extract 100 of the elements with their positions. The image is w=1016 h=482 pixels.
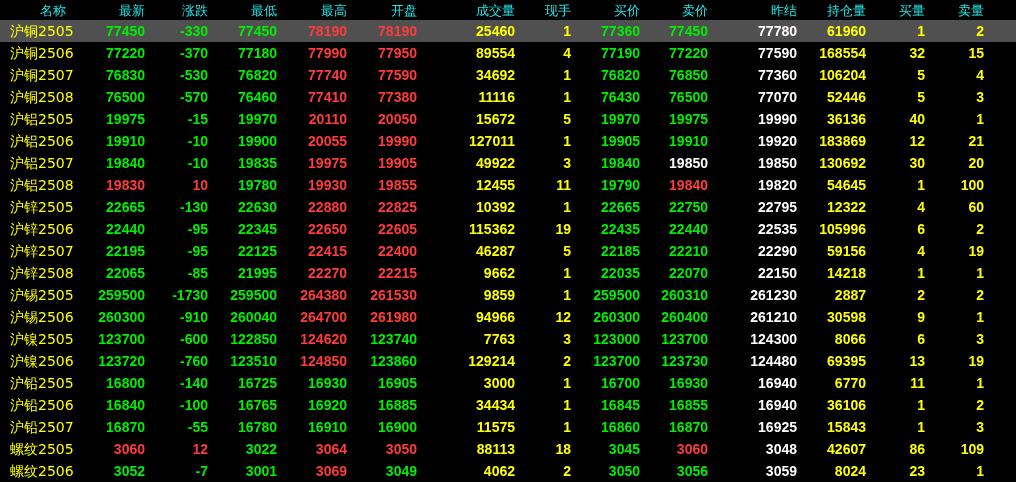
table-cell: 77990 — [308, 46, 347, 60]
table-cell: 22825 — [378, 200, 417, 214]
table-cell: 3050 — [608, 464, 640, 478]
table-cell: 77590 — [378, 68, 417, 82]
table-cell: 76830 — [106, 68, 145, 82]
column-header[interactable]: 买价 — [614, 3, 640, 17]
table-cell: 10 — [192, 178, 208, 192]
table-cell: 1 — [976, 112, 984, 126]
table-cell: 19910 — [106, 134, 145, 148]
table-cell: 22150 — [758, 266, 797, 280]
table-cell: 34434 — [476, 398, 515, 412]
table-cell: 21995 — [238, 266, 277, 280]
table-cell: 19840 — [106, 156, 145, 170]
table-cell: 6 — [917, 332, 925, 346]
table-cell: 100 — [960, 178, 984, 192]
table-cell: 3 — [976, 332, 984, 346]
column-header[interactable]: 成交量 — [476, 3, 515, 17]
table-cell: 123000 — [593, 332, 640, 346]
table-cell: 123740 — [370, 332, 417, 346]
table-cell: 19850 — [669, 156, 708, 170]
table-cell: -95 — [187, 222, 208, 236]
table-cell: 77590 — [758, 46, 797, 60]
table-cell: 19840 — [601, 156, 640, 170]
table-cell: 123860 — [370, 354, 417, 368]
table-cell: 1 — [917, 420, 925, 434]
table-cell: 19975 — [308, 156, 347, 170]
table-cell: 1 — [976, 464, 984, 478]
table-cell: 4062 — [483, 464, 515, 478]
table-cell: 2 — [976, 288, 984, 302]
table-cell: 123700 — [593, 354, 640, 368]
table-cell: 14218 — [827, 266, 866, 280]
table-cell: 105996 — [819, 222, 866, 236]
column-header[interactable]: 最低 — [251, 3, 277, 17]
table-cell: 19905 — [601, 134, 640, 148]
column-header[interactable]: 名称 — [29, 3, 66, 17]
table-cell: 2 — [976, 24, 984, 38]
table-cell: 2 — [917, 288, 925, 302]
table-cell: 123700 — [661, 332, 708, 346]
table-cell: 9662 — [483, 266, 515, 280]
column-header[interactable]: 持仓量 — [827, 3, 866, 17]
table-cell: 22750 — [669, 200, 708, 214]
column-header[interactable]: 涨跌 — [182, 3, 208, 17]
table-cell: 5 — [917, 90, 925, 104]
table-cell: 36106 — [827, 398, 866, 412]
table-cell: 19900 — [238, 134, 277, 148]
table-cell: 76820 — [238, 68, 277, 82]
table-cell: 1 — [917, 266, 925, 280]
table-cell: 1 — [917, 178, 925, 192]
table-cell: -130 — [179, 200, 208, 214]
table-cell: 2 — [976, 398, 984, 412]
table-cell: 3000 — [483, 376, 515, 390]
column-header[interactable]: 昨结 — [771, 3, 797, 17]
column-header[interactable]: 最新 — [119, 3, 145, 17]
selected-row[interactable]: 沪铜2505 77450 -330 77450 78190 78190 25460 1 77360 77450 77780 61960 1 2 — [0, 20, 1016, 42]
table-cell: 3045 — [608, 442, 640, 456]
table-cell: 16885 — [378, 398, 417, 412]
column-header[interactable]: 开盘 — [391, 3, 417, 17]
column-header[interactable]: 现手 — [545, 3, 571, 17]
table-cell: 22210 — [669, 244, 708, 258]
table-cell: 1 — [976, 376, 984, 390]
table-cell: 260400 — [661, 310, 708, 324]
table-cell: 5 — [563, 112, 571, 126]
table-cell: 77190 — [601, 46, 640, 60]
table-cell: 260310 — [661, 288, 708, 302]
table-cell: 36136 — [827, 112, 866, 126]
table-cell: 76460 — [238, 90, 277, 104]
table-cell: 12455 — [476, 178, 515, 192]
table-cell: 16905 — [378, 376, 417, 390]
column-header[interactable]: 最高 — [321, 3, 347, 17]
table-cell: 54645 — [827, 178, 866, 192]
contract-name: 沪镍2506 — [9, 354, 75, 368]
contract-name: 螺纹2505 — [9, 442, 75, 456]
table-cell: 124620 — [300, 332, 347, 346]
table-cell: 16870 — [106, 420, 145, 434]
column-header[interactable]: 买量 — [899, 3, 925, 17]
table-cell: 261980 — [370, 310, 417, 324]
contract-name: 沪铝2505 — [9, 112, 75, 126]
contract-name: 沪锡2505 — [9, 288, 75, 302]
contract-name: 沪锌2508 — [9, 266, 75, 280]
table-cell: 16725 — [238, 376, 277, 390]
table-cell: 12 — [192, 442, 208, 456]
table-cell: 49922 — [476, 156, 515, 170]
table-cell: 3059 — [765, 464, 797, 478]
table-cell: 3022 — [245, 442, 277, 456]
table-cell: 3052 — [113, 464, 145, 478]
table-cell: 16920 — [308, 398, 347, 412]
table-cell: 76430 — [601, 90, 640, 104]
table-cell: -85 — [187, 266, 208, 280]
table-cell: 1 — [563, 134, 571, 148]
table-cell: 1 — [563, 68, 571, 82]
table-cell: 77360 — [601, 24, 640, 38]
table-cell: 88113 — [476, 442, 515, 456]
table-cell: 3056 — [676, 464, 708, 478]
contract-name: 沪铅2505 — [9, 376, 75, 390]
contract-name: 沪铜2506 — [9, 46, 75, 60]
column-header[interactable]: 卖价 — [682, 3, 708, 17]
table-cell: 16940 — [758, 398, 797, 412]
table-cell: 260300 — [593, 310, 640, 324]
column-header[interactable]: 卖量 — [958, 3, 984, 17]
table-cell: 3060 — [676, 442, 708, 456]
